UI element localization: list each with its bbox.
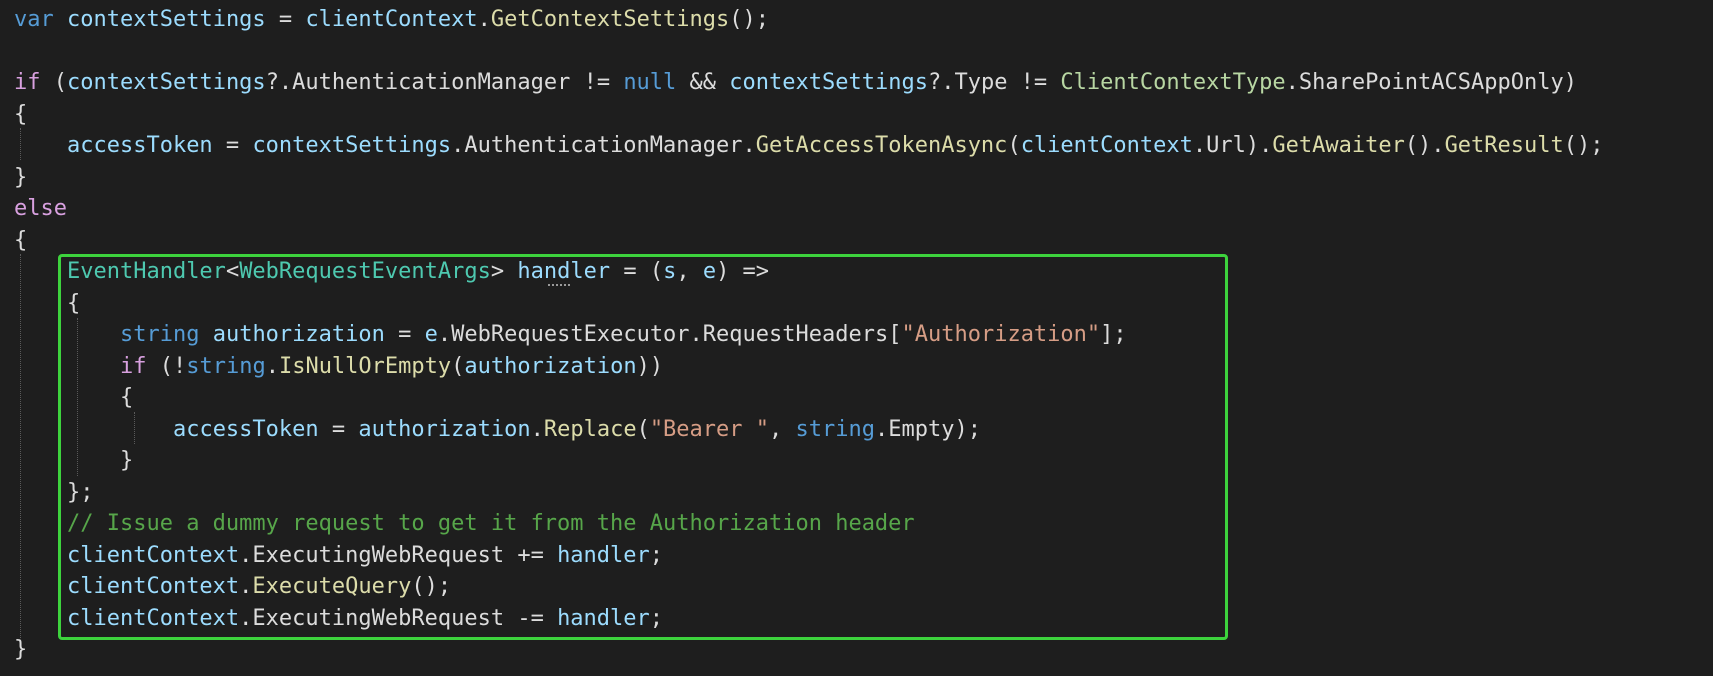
code-line: { [14, 225, 27, 257]
code-token: clientContext [1020, 133, 1193, 158]
code-token: GetResult [1444, 133, 1564, 158]
code-line: { [14, 99, 27, 131]
code-token: (); [729, 7, 770, 32]
code-token: if [14, 70, 41, 95]
code-token: .SharePointACSAppOnly) [1285, 70, 1577, 95]
code-token: .AuthenticationManager. [451, 133, 756, 158]
code-token: contextSettings [252, 133, 452, 158]
code-token: contextSettings [729, 70, 928, 95]
code-line: else [14, 193, 67, 225]
code-token: ( [1007, 133, 1021, 158]
code-token: ?.AuthenticationManager != [265, 70, 624, 95]
code-token: clientContext [305, 7, 478, 32]
indent-guide [20, 254, 21, 640]
code-token: { [14, 101, 28, 127]
code-token: = [212, 133, 253, 158]
code-editor[interactable]: var contextSettings = clientContext.GetC… [0, 0, 1713, 676]
code-token: && [676, 70, 730, 95]
code-token: { [14, 227, 28, 253]
code-token: .Url). [1192, 133, 1273, 158]
code-token: } [14, 164, 28, 190]
code-line: } [14, 162, 27, 194]
code-token: ?.Type != [927, 70, 1061, 95]
code-token: contextSettings [67, 7, 266, 32]
code-token: GetAccessTokenAsync [755, 133, 1008, 158]
code-token: GetContextSettings [490, 7, 730, 32]
code-token: ( [40, 70, 67, 95]
code-token: null [623, 70, 677, 95]
highlight-box [58, 254, 1228, 640]
code-token: GetAwaiter [1272, 133, 1405, 158]
code-token: (). [1404, 133, 1445, 158]
code-token: } [14, 637, 28, 662]
code-token: (); [1563, 133, 1604, 158]
code-line: if (contextSettings?.AuthenticationManag… [14, 67, 1577, 99]
code-token: accessToken [66, 133, 213, 158]
indent-guide [20, 128, 21, 160]
code-token: . [477, 7, 491, 32]
code-token: contextSettings [67, 70, 266, 95]
code-line: accessToken = contextSettings.Authentica… [14, 130, 1604, 162]
code-token: var [14, 7, 54, 32]
code-line: var contextSettings = clientContext.GetC… [14, 4, 769, 36]
code-token: = [265, 7, 306, 32]
code-token: ClientContextType [1060, 70, 1286, 95]
code-token: else [14, 196, 67, 221]
